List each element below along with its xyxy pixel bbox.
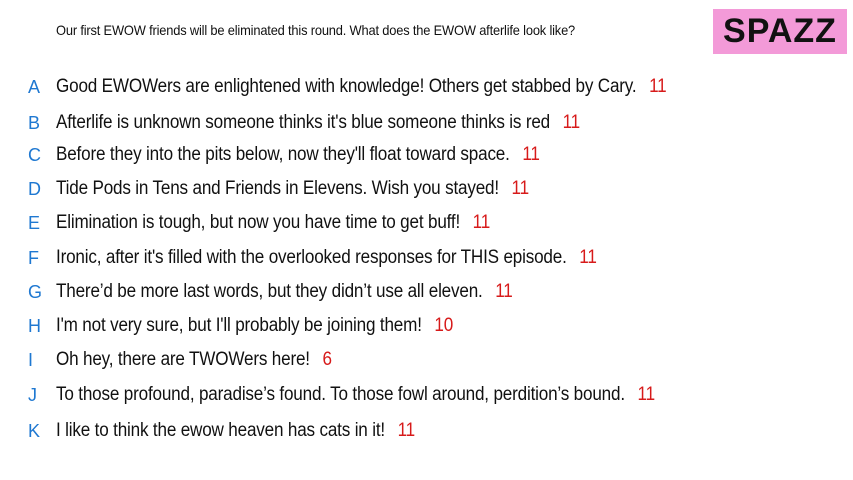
response-text: There’d be more last words, but they did… bbox=[56, 281, 483, 302]
response-letter: E bbox=[28, 212, 41, 233]
response-letter: I bbox=[28, 349, 34, 370]
response-word-count: 11 bbox=[579, 247, 597, 268]
response-word-count: 11 bbox=[495, 281, 513, 302]
response-letter: B bbox=[28, 112, 41, 133]
contestant-name-badge: SPAZZ bbox=[713, 9, 847, 54]
response-text: Before they into the pits below, now the… bbox=[56, 144, 510, 165]
response-word-count: 11 bbox=[472, 212, 491, 233]
response-letter: K bbox=[28, 420, 41, 441]
response-letter: A bbox=[28, 76, 41, 97]
response-letter: G bbox=[28, 281, 43, 302]
response-text: Elimination is tough, but now you have t… bbox=[56, 212, 461, 233]
response-word-count: 11 bbox=[397, 420, 416, 441]
response-letter: H bbox=[28, 315, 41, 336]
response-letter: C bbox=[28, 144, 41, 165]
response-letter: J bbox=[28, 384, 37, 405]
response-text: I like to think the ewow heaven has cats… bbox=[56, 420, 385, 441]
response-word-count: 10 bbox=[434, 315, 454, 336]
response-letter: D bbox=[28, 178, 41, 199]
response-text: Ironic, after it's filled with the overl… bbox=[56, 247, 567, 268]
response-word-count: 11 bbox=[637, 384, 656, 405]
response-text: To those profound, paradise’s found. To … bbox=[56, 384, 625, 405]
response-text: I'm not very sure, but I'll probably be … bbox=[56, 315, 422, 336]
response-text: Oh hey, there are TWOWers here! bbox=[56, 349, 310, 370]
response-word-count: 11 bbox=[562, 112, 581, 133]
response-word-count: 11 bbox=[511, 178, 530, 199]
response-text: Afterlife is unknown someone thinks it's… bbox=[56, 112, 551, 133]
response-word-count: 11 bbox=[649, 76, 667, 97]
prompt-text: Our first EWOW friends will be eliminate… bbox=[56, 22, 576, 38]
response-text: Tide Pods in Tens and Friends in Elevens… bbox=[56, 178, 499, 199]
response-letter: F bbox=[28, 247, 39, 268]
response-text: Good EWOWers are enlightened with knowle… bbox=[56, 76, 637, 97]
response-word-count: 11 bbox=[522, 144, 540, 165]
response-word-count: 6 bbox=[322, 349, 332, 370]
